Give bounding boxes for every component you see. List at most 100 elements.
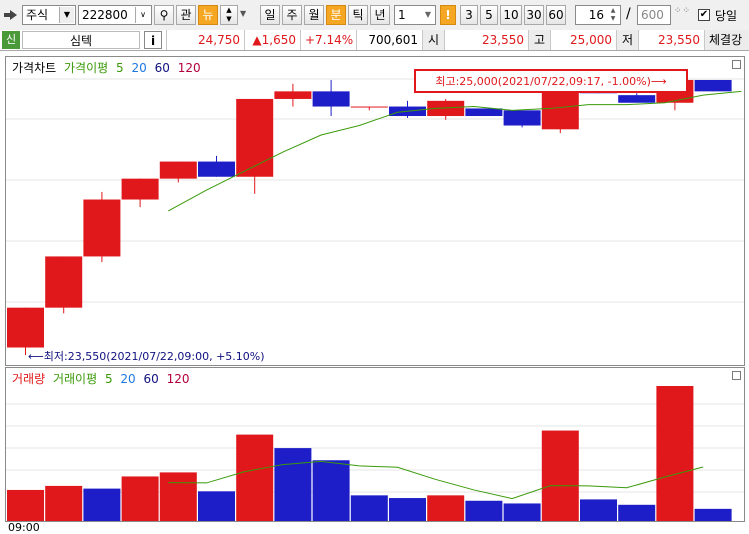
low-annotation: ⟵최저:23,550(2021/07/22,09:00, +5.10%) (28, 350, 265, 363)
volume-ma60: 60 (143, 372, 159, 386)
count-spinner-icon[interactable]: ▲ ▼ (607, 7, 619, 23)
toolbar: 주식 ▼ 222800 ∨ ⚲ 관 뉴 ▲ ▼ ▼ 일 주 월 분 틱 년 1 ▼… (0, 0, 749, 31)
volume-bar (121, 476, 159, 521)
volume-ma-label: 거래이평 (52, 372, 98, 386)
search-icon: ⚲ (159, 8, 169, 22)
dropdown-arrow-icon[interactable]: ▼ (240, 9, 246, 18)
high-annotation: 최고:25,000(2021/07/22,09:17, -1.00%)⟶ (414, 69, 688, 93)
candle-body (236, 98, 274, 177)
volume-panel-maximize-button[interactable] (732, 371, 741, 380)
price-chart-panel[interactable]: 가격차트 가격이평 5 20 60 120 최고:25,000(2021/07/… (5, 56, 745, 366)
grid-dots-icon[interactable]: ⁘⁘ (674, 7, 690, 22)
price-ma120: 120 (177, 61, 201, 75)
candle-body (45, 256, 83, 308)
chevron-down-icon[interactable]: ▼ (59, 7, 74, 23)
volume-bar (541, 430, 579, 521)
open-label: 시 (422, 30, 444, 50)
volume-bar (503, 503, 541, 521)
volume-chart-panel[interactable]: 거래량 거래이평 5 20 60 120 (5, 367, 745, 522)
stock-code-value: 222800 (82, 8, 128, 22)
candle-body (83, 199, 121, 257)
stock-chart-icon[interactable] (4, 9, 18, 21)
interval-1-button[interactable]: ! (440, 5, 456, 25)
interval-60-button[interactable]: 60 (546, 5, 566, 25)
volume-bar (274, 448, 312, 521)
period-year-button[interactable]: 년 (370, 5, 390, 25)
interval-5-button[interactable]: 5 (480, 5, 498, 25)
quote-infobar: 신 심텍 i 24,750 ▲1,650 +7.14% 700,601 시 23… (0, 30, 749, 51)
price-ma20: 20 (131, 61, 147, 75)
candle-body (503, 110, 541, 126)
low-label: 저 (616, 30, 638, 50)
period-month-button[interactable]: 월 (304, 5, 324, 25)
volume-chart-svg (6, 386, 744, 521)
volume-bar (312, 460, 350, 521)
volume-bar (236, 434, 274, 521)
volume-bar (656, 386, 694, 521)
candle-body (618, 95, 656, 103)
price-ma-label: 가격이평 (64, 61, 109, 75)
today-checkbox[interactable]: ✔ (698, 9, 710, 21)
today-label: 당일 (715, 9, 738, 23)
candle-body (274, 91, 312, 99)
volume-legend: 거래량 거래이평 5 20 60 120 (12, 370, 194, 387)
volume-bar (159, 472, 197, 521)
period-minute-button[interactable]: 분 (326, 5, 346, 25)
count-value: 16 (588, 8, 604, 22)
chevron-down-icon[interactable]: ▼ (422, 7, 434, 23)
volume-ma20: 20 (120, 372, 136, 386)
market-select[interactable]: 주식 ▼ (22, 5, 76, 25)
price-legend-title: 가격차트 (12, 61, 57, 75)
search-button[interactable]: ⚲ (154, 5, 174, 25)
spinner-button[interactable]: ▲ ▼ (220, 5, 238, 25)
price-panel-maximize-button[interactable] (732, 60, 741, 69)
period-week-button[interactable]: 주 (282, 5, 302, 25)
volume-bar (694, 508, 732, 521)
high-price: 25,000 (550, 30, 616, 50)
price-ma5: 5 (116, 61, 124, 75)
interval-value: 1 (398, 8, 406, 22)
price-chart-svg (6, 72, 744, 356)
volume-bar (580, 499, 617, 521)
info-icon[interactable]: i (144, 31, 162, 49)
open-price: 23,550 (444, 30, 528, 50)
high-label: 고 (528, 30, 550, 50)
gwan-button[interactable]: 관 (176, 5, 196, 25)
trade-strength-label: 체결강 (704, 30, 749, 50)
price-ma60: 60 (154, 61, 170, 75)
interval-30-button[interactable]: 30 (524, 5, 544, 25)
volume-ma5: 5 (104, 372, 113, 386)
period-tick-button[interactable]: 틱 (348, 5, 368, 25)
volume-bar (427, 495, 465, 521)
count-input[interactable]: 16 ▲ ▼ (575, 5, 621, 25)
chevron-down-icon[interactable]: ∨ (135, 7, 150, 23)
candle-body (465, 108, 503, 117)
period-day-button[interactable]: 일 (260, 5, 280, 25)
candle-body (7, 307, 44, 348)
trade-volume: 700,601 (356, 30, 422, 50)
candle-body (159, 161, 197, 179)
x-axis-start-label: 09:00 (8, 521, 40, 534)
current-price: 24,750 (166, 30, 244, 50)
news-button[interactable]: 뉴 (198, 5, 218, 25)
credit-tag: 신 (2, 31, 20, 49)
total-input[interactable]: 600 (637, 5, 671, 25)
total-value: 600 (641, 8, 664, 22)
stock-name: 심텍 (22, 31, 140, 49)
interval-10-button[interactable]: 10 (500, 5, 522, 25)
volume-bar (618, 504, 656, 521)
stock-code-input[interactable]: 222800 ∨ (78, 5, 152, 25)
interval-select[interactable]: 1 ▼ (394, 5, 436, 25)
candle-body (198, 161, 235, 177)
volume-bar (198, 491, 235, 521)
candle-body (350, 106, 388, 108)
candle-body (694, 79, 732, 92)
price-change-pct: +7.14% (300, 30, 356, 50)
candle-body (121, 178, 159, 200)
volume-bar (83, 488, 121, 521)
interval-3-button[interactable]: 3 (460, 5, 478, 25)
price-legend: 가격차트 가격이평 5 20 60 120 (12, 59, 205, 76)
volume-bar (465, 500, 503, 521)
volume-bar (389, 498, 426, 521)
volume-legend-title: 거래량 (12, 372, 46, 386)
